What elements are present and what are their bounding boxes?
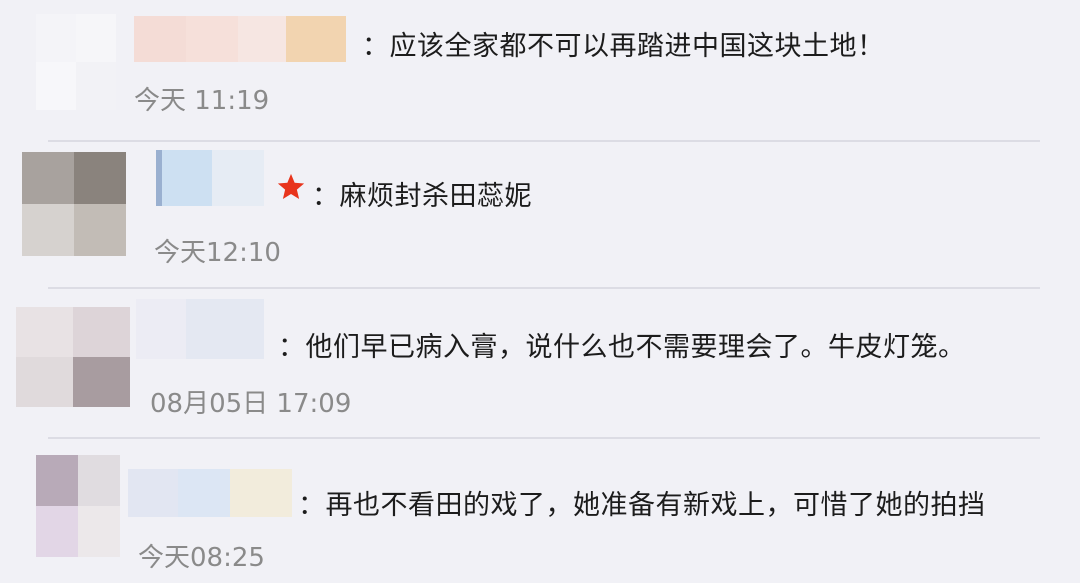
comment-timestamp: 08月05日 17:09 [150,389,352,419]
red-star-icon [277,173,305,199]
username-blurred[interactable] [136,299,264,359]
username-blurred[interactable] [134,16,346,62]
comment-text: ：麻烦封杀田蕊妮 [312,181,532,212]
avatar[interactable] [36,455,120,557]
comment-item: ：麻烦封杀田蕊妮 今天12:10 [0,140,1080,285]
comment-item: ：再也不看田的戏了，她准备有新戏上，可惜了她的拍挡 今天08:25 [0,437,1080,583]
comment-item: ：他们早已病入膏，说什么也不需要理会了。牛皮灯笼。 08月05日 17:09 [0,287,1080,437]
avatar[interactable] [16,307,130,407]
username-blurred[interactable] [156,150,264,206]
comment-text: ：应该全家都不可以再踏进中国这块土地！ [362,31,885,62]
avatar[interactable] [22,152,126,256]
comment-timestamp: 今天08:25 [138,543,265,573]
avatar[interactable] [36,14,116,110]
comment-text: ：再也不看田的戏了，她准备有新戏上，可惜了她的拍挡 [298,490,986,521]
comment-feed: ：应该全家都不可以再踏进中国这块土地！ 今天 11:19 ：麻烦封杀田蕊妮 今天… [0,0,1080,583]
username-blurred[interactable] [128,469,292,517]
comment-timestamp: 今天 11:19 [134,86,270,116]
comment-timestamp: 今天12:10 [154,238,281,268]
comment-text: ：他们早已病入膏，说什么也不需要理会了。牛皮灯笼。 [278,332,966,363]
comment-item: ：应该全家都不可以再踏进中国这块土地！ 今天 11:19 [0,0,1080,140]
